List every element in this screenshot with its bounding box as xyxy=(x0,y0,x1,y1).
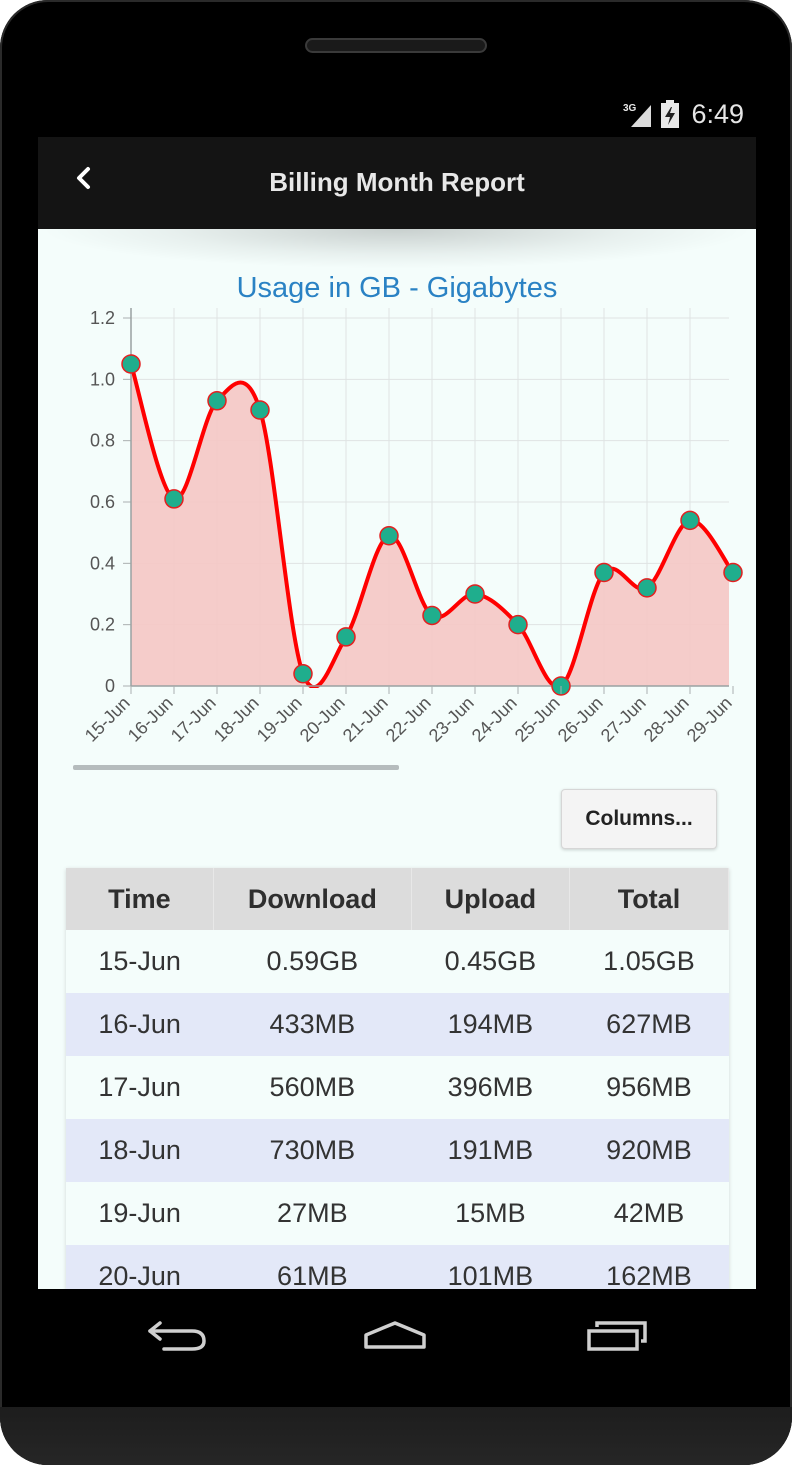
y-tick-label: 0 xyxy=(105,676,115,696)
phone-chin xyxy=(0,1407,792,1465)
data-point-marker xyxy=(121,354,141,374)
table-cell-time: 16-Jun xyxy=(66,993,214,1056)
x-tick-label: 27-Jun xyxy=(597,693,650,746)
recent-apps-icon[interactable] xyxy=(583,1309,653,1359)
data-point-marker xyxy=(422,605,442,626)
table-body: 15-Jun 0.59GB 0.45GB 1.05GB 16-Jun 433MB 194MB… xyxy=(66,930,729,1289)
data-point-marker xyxy=(293,663,313,684)
table-cell-upload: 0.45GB xyxy=(411,930,570,993)
data-point-marker xyxy=(336,627,356,647)
table-cell-time: 17-Jun xyxy=(66,1056,214,1119)
app-header: Billing Month Report xyxy=(38,137,756,229)
data-point-marker xyxy=(250,400,270,420)
y-tick-label: 0.6 xyxy=(90,492,115,512)
x-tick-label: 19-Jun xyxy=(253,693,306,746)
x-tick-label: 20-Jun xyxy=(296,693,349,746)
data-point-marker xyxy=(207,391,227,411)
table-cell-total: 627MB xyxy=(569,993,729,1056)
home-icon[interactable] xyxy=(360,1309,430,1359)
y-tick-label: 0.8 xyxy=(90,431,115,451)
table-header-row: Time Download Upload Total xyxy=(66,868,730,930)
table-cell-total: 42MB xyxy=(569,1182,729,1245)
y-tick-label: 0.4 xyxy=(90,553,115,573)
data-point-marker xyxy=(164,489,184,509)
x-tick-label: 21-Jun xyxy=(339,693,392,746)
data-point-marker xyxy=(680,510,700,531)
table-cell-time: 15-Jun xyxy=(66,930,214,993)
table-row[interactable]: 19-Jun 27MB 15MB 42MB xyxy=(66,1182,729,1245)
table-cell-download: 560MB xyxy=(213,1056,412,1119)
nav-bar xyxy=(0,1289,792,1407)
network-type: 3G xyxy=(623,103,637,114)
y-tick-label: 0.2 xyxy=(90,615,115,635)
table-header-total[interactable]: Total xyxy=(569,868,730,930)
x-tick-label: 23-Jun xyxy=(425,693,478,746)
battery-charging-icon xyxy=(661,100,679,128)
x-tick-label: 24-Jun xyxy=(468,693,521,746)
data-point-marker xyxy=(465,584,485,604)
table-cell-time: 18-Jun xyxy=(66,1119,214,1182)
table-cell-total: 162MB xyxy=(569,1245,729,1289)
columns-button[interactable]: Columns... xyxy=(561,789,717,849)
table-cell-download: 27MB xyxy=(213,1182,412,1245)
usage-table: Time Download Upload Total 15-Jun 0.59GB 0.45… xyxy=(66,868,730,1289)
table-cell-download: 730MB xyxy=(213,1119,412,1182)
data-point-marker xyxy=(637,578,657,598)
signal-icon: 3G xyxy=(623,103,651,127)
x-tick-label: 26-Jun xyxy=(554,693,607,746)
x-tick-label: 29-Jun xyxy=(683,693,736,746)
table-header-time[interactable]: Time xyxy=(66,868,214,930)
data-point-marker xyxy=(594,562,614,583)
back-icon[interactable] xyxy=(140,1309,210,1359)
chart-title: Usage in GB - Gigabytes xyxy=(236,272,558,304)
table-row[interactable]: 16-Jun 433MB 194MB 627MB xyxy=(66,993,729,1056)
table-header-download[interactable]: Download xyxy=(213,868,412,930)
status-bar: 3G 6:49 xyxy=(38,95,756,137)
table-header-upload[interactable]: Upload xyxy=(411,868,570,930)
table-cell-total: 920MB xyxy=(569,1119,729,1182)
phone-frame: 3G 6:49 Billing Month Report 0 0.2 0.4 0.6 0… xyxy=(0,0,792,1465)
table-cell-upload: 194MB xyxy=(411,993,570,1056)
y-tick-label: 1.0 xyxy=(90,369,115,389)
table-row[interactable]: 15-Jun 0.59GB 0.45GB 1.05GB xyxy=(66,930,729,993)
x-tick-label: 28-Jun xyxy=(640,693,693,746)
data-point-marker xyxy=(508,614,528,635)
table-cell-upload: 101MB xyxy=(411,1245,570,1289)
table-row[interactable]: 17-Jun 560MB 396MB 956MB xyxy=(66,1056,729,1119)
table-row[interactable]: 20-Jun 61MB 101MB 162MB xyxy=(66,1245,729,1289)
x-tick-label: 16-Jun xyxy=(124,693,177,746)
x-tick-label: 25-Jun xyxy=(511,693,564,746)
table-cell-upload: 15MB xyxy=(411,1182,570,1245)
chart-scrollbar[interactable] xyxy=(73,765,399,770)
table-cell-upload: 396MB xyxy=(411,1056,570,1119)
data-point-marker xyxy=(379,525,399,546)
table-cell-download: 0.59GB xyxy=(213,930,412,993)
app-screen: Billing Month Report 0 0.2 0.4 0.6 0.8 1.0 1.2… xyxy=(38,137,756,1289)
table-cell-download: 61MB xyxy=(213,1245,412,1289)
table-cell-total: 956MB xyxy=(569,1056,729,1119)
page-title: Billing Month Report xyxy=(269,167,525,197)
table-cell-total: 1.05GB xyxy=(569,930,729,993)
usage-chart: 0 0.2 0.4 0.6 0.8 1.0 1.2 15-Jun 16-Jun 17-Jun 18-… xyxy=(38,262,756,782)
table-cell-upload: 191MB xyxy=(411,1119,570,1182)
status-clock: 6:49 xyxy=(691,99,744,129)
y-tick-label: 1.2 xyxy=(90,308,115,328)
table-row[interactable]: 18-Jun 730MB 191MB 920MB xyxy=(66,1119,729,1182)
x-tick-label: 22-Jun xyxy=(382,693,435,746)
data-point-marker xyxy=(723,562,743,583)
x-tick-label: 15-Jun xyxy=(81,693,134,746)
table-cell-time: 19-Jun xyxy=(66,1182,214,1245)
speaker-grille xyxy=(305,38,487,53)
table-cell-download: 433MB xyxy=(213,993,412,1056)
x-tick-label: 17-Jun xyxy=(167,693,220,746)
x-tick-label: 18-Jun xyxy=(210,693,263,746)
table-cell-time: 20-Jun xyxy=(66,1245,214,1289)
usage-chart-svg: 0 0.2 0.4 0.6 0.8 1.0 1.2 15-Jun16-Jun17-Jun18-… xyxy=(81,308,743,746)
